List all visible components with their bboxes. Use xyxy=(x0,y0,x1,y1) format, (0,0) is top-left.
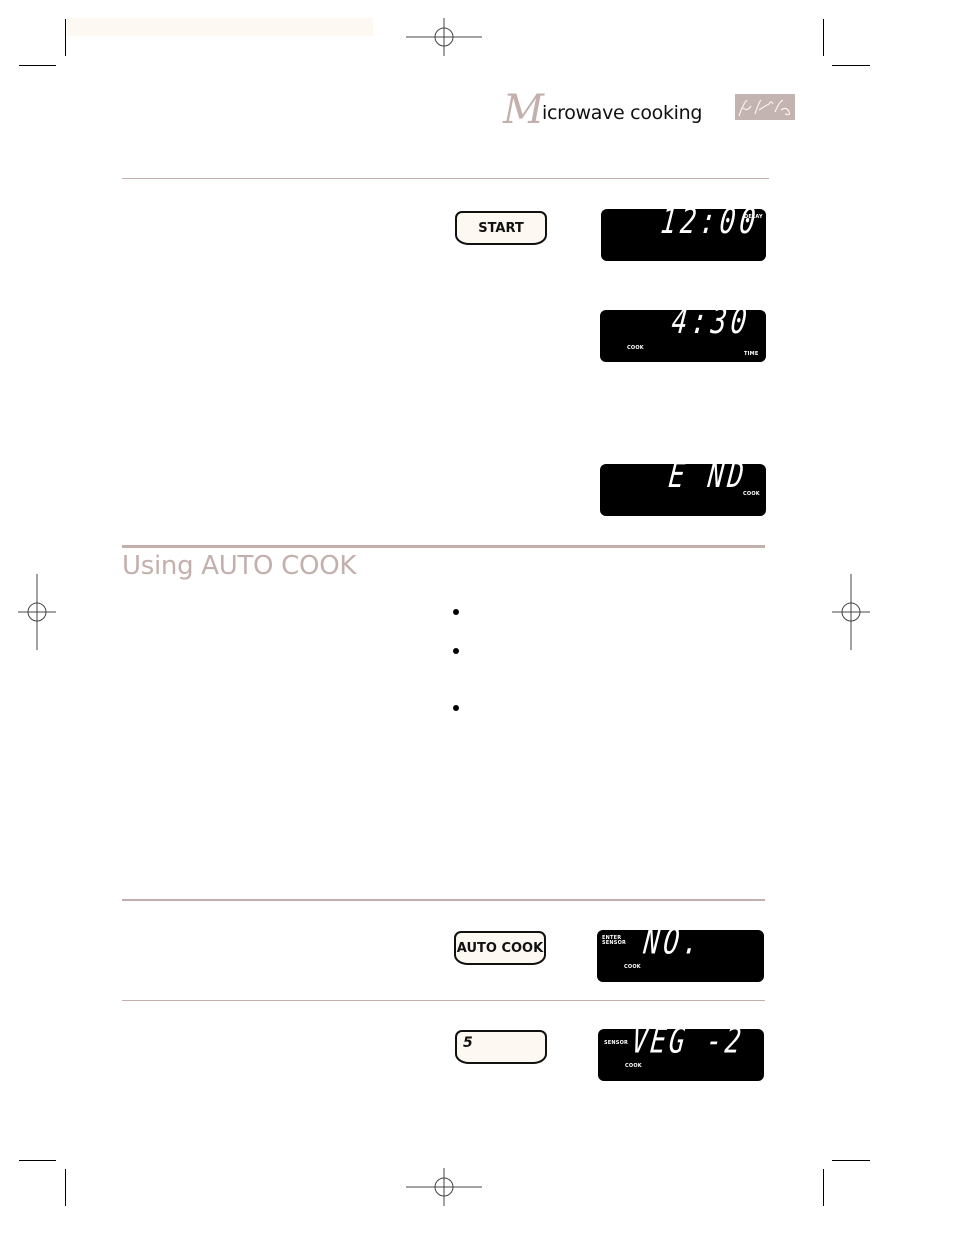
display-sensor-veg: SENSOR VEG -2 COOK xyxy=(598,1021,764,1081)
bullet-point xyxy=(453,648,459,654)
title-initial: M xyxy=(503,87,544,133)
crop-mark xyxy=(832,1160,870,1161)
crop-mark xyxy=(823,1169,824,1206)
start-button-label: START xyxy=(478,220,524,236)
crop-mark xyxy=(19,1160,56,1161)
display-tag-cook: COOK xyxy=(627,345,644,351)
display-digits: NO. xyxy=(641,922,705,963)
divider xyxy=(122,178,769,179)
display-digits: VEG -2 xyxy=(629,1021,746,1062)
display-tag-cook: COOK xyxy=(743,491,760,497)
registration-mark-icon xyxy=(832,574,870,650)
page-header-title: M icrowave cooking xyxy=(503,86,702,130)
divider xyxy=(122,899,765,901)
display-delay: 12:00 DELAY xyxy=(601,202,766,261)
auto-cook-button[interactable]: AUTO COOK xyxy=(454,931,546,965)
registration-mark-icon xyxy=(18,574,56,650)
crop-mark xyxy=(65,1169,66,1206)
auto-cook-button-label: AUTO COOK xyxy=(456,940,544,956)
display-tag-cook: COOK xyxy=(624,964,641,970)
number-5-button-label: 5 xyxy=(463,1035,473,1051)
crop-mark xyxy=(19,65,56,66)
section-title: Using AUTO COOK xyxy=(122,551,357,581)
bullet-point xyxy=(453,705,459,711)
start-button[interactable]: START xyxy=(455,211,547,245)
display-digits: 4:30 xyxy=(669,302,753,343)
crop-mark xyxy=(65,19,66,56)
registration-mark-icon xyxy=(406,1168,482,1206)
display-tag-time: TIME xyxy=(744,351,759,357)
display-cook-time: 4:30 COOK TIME xyxy=(600,302,766,362)
display-end: E ND COOK xyxy=(600,456,766,516)
display-enter-sensor: ENTER SENSOR NO. COOK xyxy=(597,922,764,982)
registration-mark-icon xyxy=(406,18,482,56)
display-tag-sensor: SENSOR xyxy=(604,1040,629,1046)
crop-mark xyxy=(823,19,824,56)
number-5-button[interactable]: 5 xyxy=(455,1030,547,1064)
display-digits: E ND xyxy=(666,456,750,497)
crop-mark xyxy=(832,65,870,66)
bullet-point xyxy=(453,609,459,615)
signature-logo-icon xyxy=(735,94,795,120)
tint-strip xyxy=(67,18,373,36)
divider xyxy=(122,1000,765,1001)
display-digits: 12:00 xyxy=(658,202,762,243)
display-tag-sensor: SENSOR xyxy=(602,940,627,946)
display-tag-delay: DELAY xyxy=(744,214,763,220)
divider xyxy=(122,545,765,548)
title-text: icrowave cooking xyxy=(541,102,703,124)
display-tag-cook: COOK xyxy=(625,1063,642,1069)
